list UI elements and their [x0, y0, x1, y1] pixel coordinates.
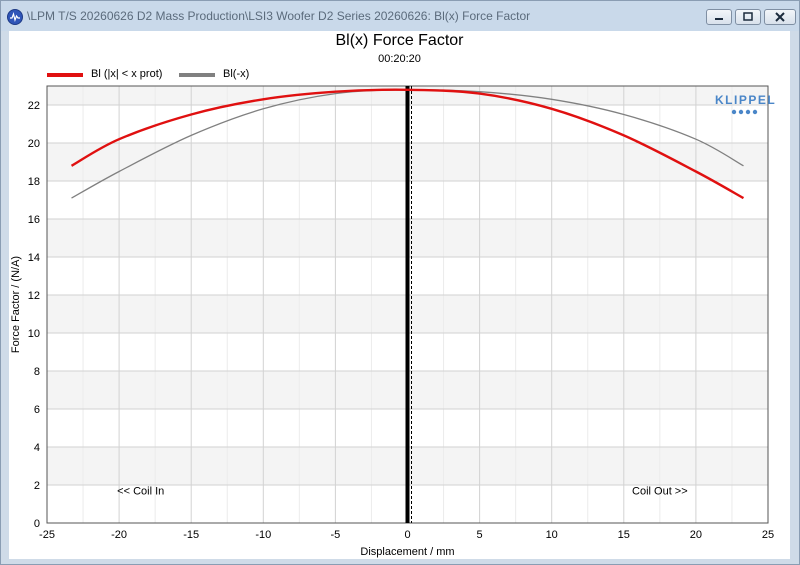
x-tick-label: -20	[111, 529, 127, 541]
y-tick-label: 22	[28, 100, 40, 112]
app-icon	[7, 9, 23, 25]
legend-label-bl-mirror: Bl(-x)	[223, 68, 250, 80]
x-axis-label: Displacement / mm	[360, 546, 454, 558]
x-tick-label: 5	[477, 529, 483, 541]
y-axis-label: Force Factor / (N/A)	[10, 256, 22, 353]
x-tick-label: -10	[255, 529, 271, 541]
chart-title: Bl(x) Force Factor	[335, 32, 464, 49]
legend-swatch-bl-mirror	[179, 73, 215, 77]
klippel-logo: KLIPPEL	[715, 93, 777, 107]
annotation-coil-in: << Coil In	[117, 486, 164, 498]
y-tick-label: 4	[34, 442, 40, 454]
legend-swatch-bl-main	[47, 73, 83, 77]
app-window: \LPM T/S 20260626 D2 Mass Production\LSI…	[0, 0, 800, 565]
x-tick-label: 15	[618, 529, 630, 541]
y-tick-label: 18	[28, 176, 40, 188]
x-tick-label: -25	[39, 529, 55, 541]
close-button[interactable]	[764, 9, 796, 25]
y-tick-label: 12	[28, 290, 40, 302]
klippel-logo-mark	[731, 109, 758, 115]
window-title: \LPM T/S 20260626 D2 Mass Production\LSI…	[27, 9, 531, 23]
title-bar[interactable]: \LPM T/S 20260626 D2 Mass Production\LSI…	[1, 1, 799, 31]
x-tick-label: 20	[690, 529, 702, 541]
restore-icon	[743, 12, 753, 21]
minimize-icon	[715, 18, 723, 20]
annotation-coil-out: Coil Out >>	[632, 486, 688, 498]
close-icon	[775, 12, 785, 22]
restore-button[interactable]	[735, 9, 761, 25]
x-tick-label: 25	[762, 529, 774, 541]
y-tick-label: 6	[34, 404, 40, 416]
chart-area: -25 -20 -15 -10 -5 0 5 10 15 20 25 0 2 4 6 8 10 12 14 16 18 2…	[9, 31, 790, 559]
chart-subtitle: 00:20:20	[378, 53, 421, 65]
minimize-button[interactable]	[706, 9, 732, 25]
y-tick-label: 14	[28, 252, 40, 264]
y-tick-label: 20	[28, 138, 40, 150]
x-tick-label: -15	[183, 529, 199, 541]
y-tick-label: 16	[28, 214, 40, 226]
legend-label-bl-main: Bl (|x| < x prot)	[91, 68, 163, 80]
x-tick-label: 10	[546, 529, 558, 541]
y-tick-label: 2	[34, 480, 40, 492]
y-tick-label: 8	[34, 366, 40, 378]
y-tick-label: 10	[28, 328, 40, 340]
y-tick-label: 0	[34, 518, 40, 530]
bl-force-factor-chart[interactable]: -25 -20 -15 -10 -5 0 5 10 15 20 25 0 2 4 6 8 10 12 14 16 18 2…	[9, 31, 790, 559]
x-tick-label: -5	[331, 529, 341, 541]
x-tick-label: 0	[404, 529, 410, 541]
